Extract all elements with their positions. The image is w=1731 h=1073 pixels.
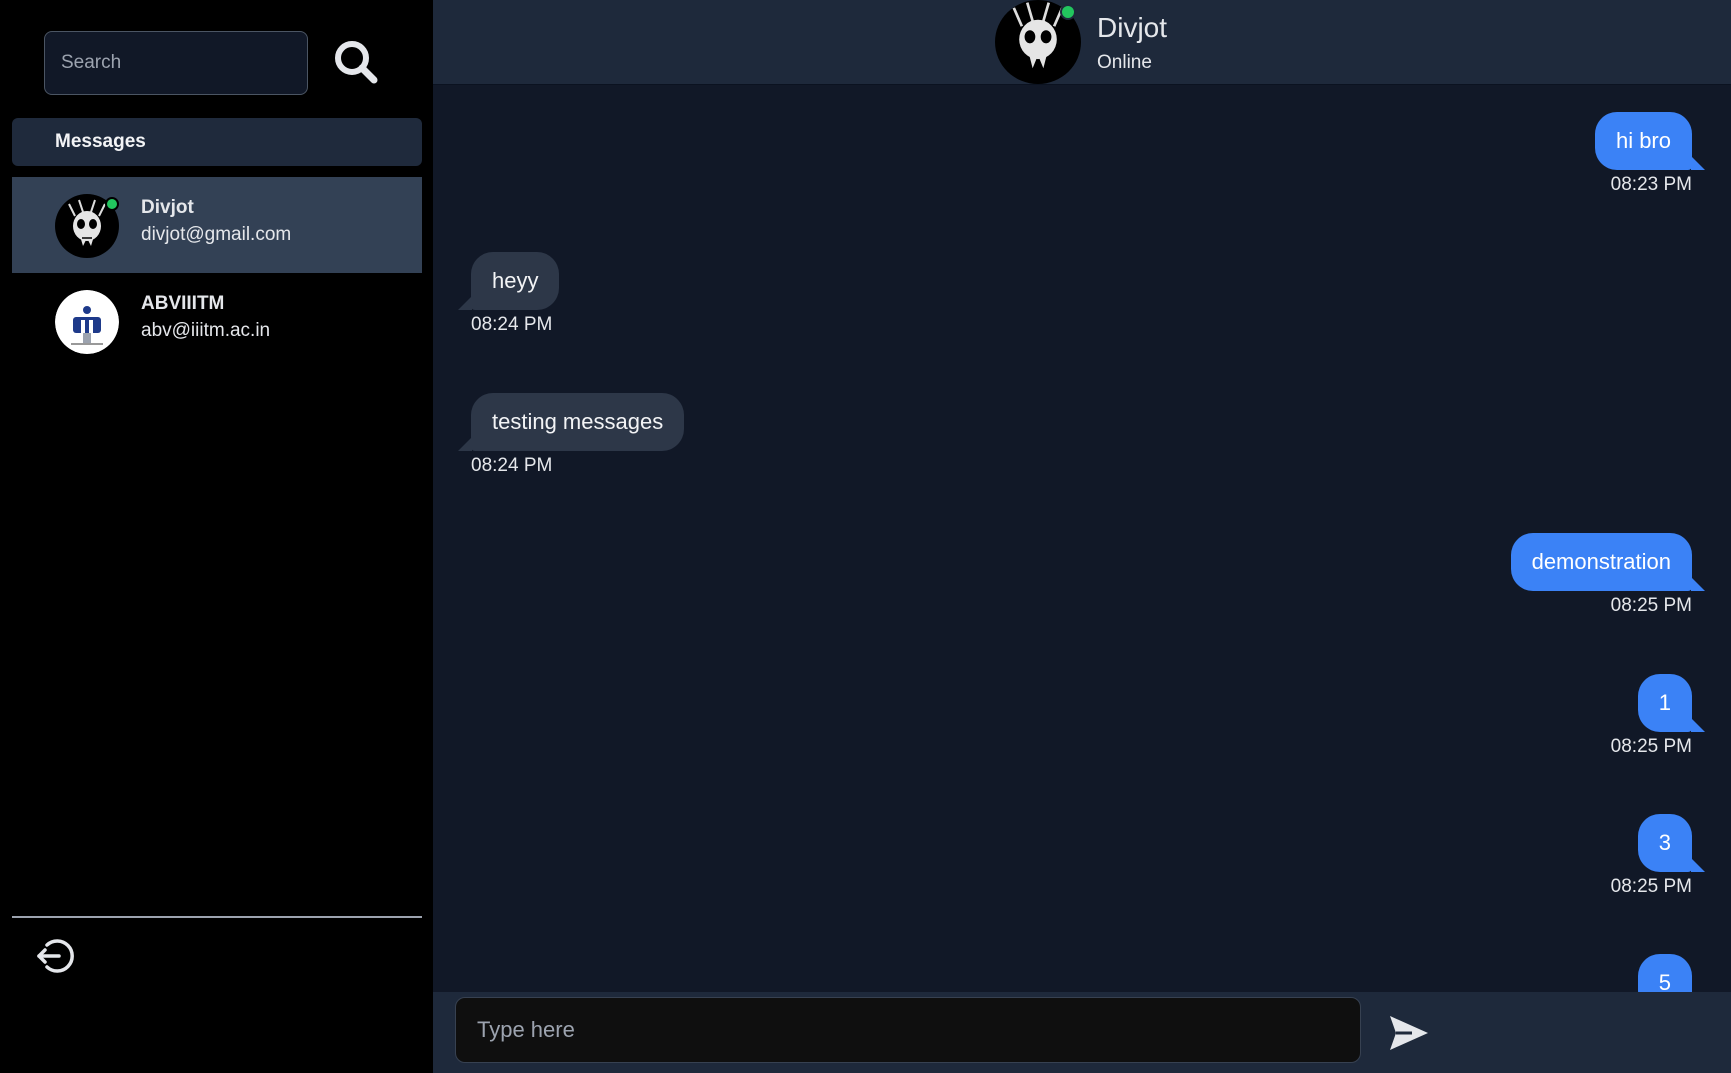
message-bubble: testing messages [458,393,685,451]
message-text: heyy [492,268,539,293]
send-icon [1390,1016,1428,1050]
avatar [55,290,119,354]
online-indicator [1060,4,1076,20]
message-bubble: 1 [1637,674,1705,732]
contact-name: Divjot [141,197,194,218]
chat-contact-name: Divjot [1097,12,1168,43]
message-time: 08:24 PM [471,455,553,476]
chat-panel: Divjot Online hi bro 08:23 PM heyy 08:24… [433,0,1731,1073]
message-time: 08:23 PM [1610,174,1692,195]
message-text: demonstration [1531,549,1671,574]
chat-contact-status: Online [1097,52,1152,73]
message-time: 08:25 PM [1610,876,1692,897]
message-bubble: 3 [1637,814,1705,872]
message-bubble: 5 [1637,954,1692,992]
institute-logo-icon [55,290,119,354]
message-sent: 3 08:25 PM [1610,814,1705,898]
message-sent: 1 08:25 PM [1610,674,1705,758]
contact-item-divjot[interactable]: Divjot divjot@gmail.com [12,177,422,273]
contact-email: abv@iiitm.ac.in [141,320,271,341]
chat-header: Divjot Online [433,0,1731,85]
message-composer [433,992,1731,1073]
sidebar-divider [12,916,422,918]
message-received: heyy 08:24 PM [458,252,560,336]
message-sent: demonstration 08:25 PM [1510,533,1705,617]
online-indicator [105,197,119,211]
contact-name: ABVIIITM [141,293,225,314]
messages-area[interactable]: hi bro 08:23 PM heyy 08:24 PM testing me… [433,85,1731,992]
message-time: 08:25 PM [1610,736,1692,757]
message-time: 08:25 PM [1610,595,1692,616]
message-text: 5 [1658,970,1671,992]
message-text: hi bro [1615,128,1671,153]
sidebar: Messages Divjot divjot@gmail.com [0,0,433,1073]
message-text: 1 [1658,690,1671,715]
messages-header: Messages [12,118,422,166]
logout-icon [37,939,74,973]
message-input[interactable] [455,997,1361,1063]
message-bubble: hi bro [1594,112,1705,170]
message-text: testing messages [492,409,664,434]
message-text: 3 [1658,830,1671,855]
message-received: testing messages 08:24 PM [458,393,685,477]
search-icon [335,41,378,84]
message-bubble: heyy [458,252,560,310]
contact-item-abviiitm[interactable]: ABVIIITM abv@iiitm.ac.in [12,273,422,369]
logout-button[interactable] [35,936,75,976]
message-sent: 5 [1637,954,1692,992]
search-button[interactable] [332,38,380,86]
message-bubble: demonstration [1510,533,1705,591]
search-input[interactable] [44,31,308,95]
message-sent: hi bro 08:23 PM [1594,112,1705,196]
send-button[interactable] [1386,1010,1432,1056]
message-time: 08:24 PM [471,314,553,335]
contact-email: divjot@gmail.com [141,224,292,245]
